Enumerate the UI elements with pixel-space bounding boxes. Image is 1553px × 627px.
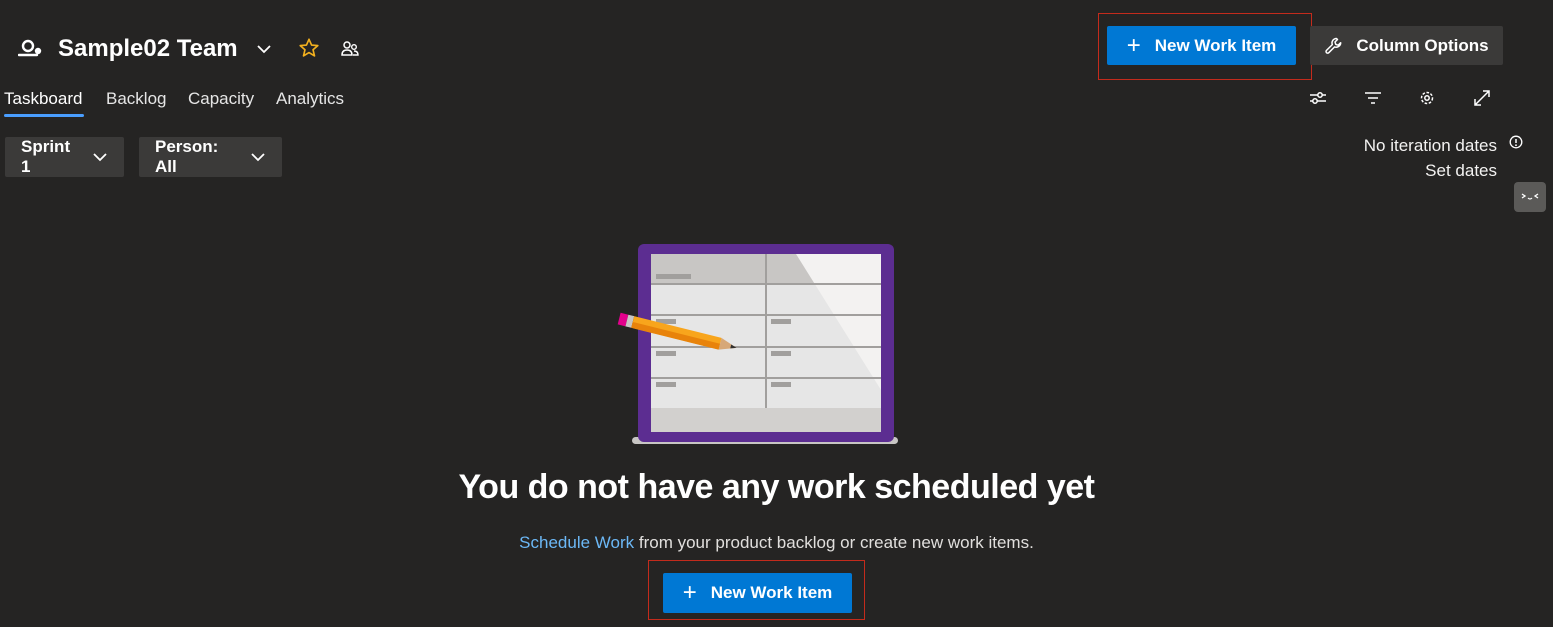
view-options-icon[interactable] (1307, 87, 1329, 109)
person-dropdown-label: Person: All (155, 137, 219, 176)
empty-state-description-text: from your product backlog or create new … (634, 533, 1034, 552)
empty-state-new-work-item-label: New Work Item (710, 583, 833, 602)
sprint-dropdown-label: Sprint 1 (21, 137, 71, 176)
team-icon (18, 38, 42, 58)
info-icon[interactable] (1509, 135, 1523, 149)
iteration-status: No iteration dates (1363, 136, 1497, 155)
tab-analytics[interactable]: Analytics (276, 88, 344, 110)
new-work-item-label: New Work Item (1154, 35, 1277, 55)
set-dates-link[interactable]: Set dates (1425, 161, 1497, 181)
empty-state-new-work-item-button[interactable]: + New Work Item (663, 573, 852, 613)
column-options-label: Column Options (1356, 35, 1489, 55)
plus-icon: + (1126, 31, 1141, 59)
settings-icon[interactable] (1416, 87, 1438, 109)
active-tab-indicator (4, 114, 84, 117)
chevron-down-icon[interactable] (256, 42, 272, 56)
column-options-button[interactable]: Column Options (1310, 26, 1503, 65)
avatar[interactable] (1514, 182, 1546, 212)
star-icon[interactable] (298, 37, 320, 59)
wrench-icon (1324, 36, 1344, 56)
plus-icon: + (682, 579, 697, 606)
schedule-work-link[interactable]: Schedule Work (519, 533, 634, 552)
new-work-item-button[interactable]: + New Work Item (1107, 26, 1296, 65)
tab-capacity[interactable]: Capacity (188, 88, 254, 110)
person-dropdown[interactable]: Person: All (139, 137, 282, 177)
team-name[interactable]: Sample02 Team (58, 34, 238, 64)
people-icon[interactable] (340, 39, 360, 59)
taskboard-illustration (614, 240, 902, 448)
chevron-down-icon (92, 151, 108, 163)
empty-state-title: You do not have any work scheduled yet (458, 468, 1095, 506)
fullscreen-icon[interactable] (1471, 87, 1493, 109)
empty-state-description: Schedule Work from your product backlog … (0, 533, 1553, 553)
chevron-down-icon (250, 151, 266, 163)
tab-backlog[interactable]: Backlog (106, 88, 166, 110)
sprint-dropdown[interactable]: Sprint 1 (5, 137, 124, 177)
filter-icon[interactable] (1362, 87, 1384, 109)
tab-taskboard[interactable]: Taskboard (4, 88, 82, 110)
